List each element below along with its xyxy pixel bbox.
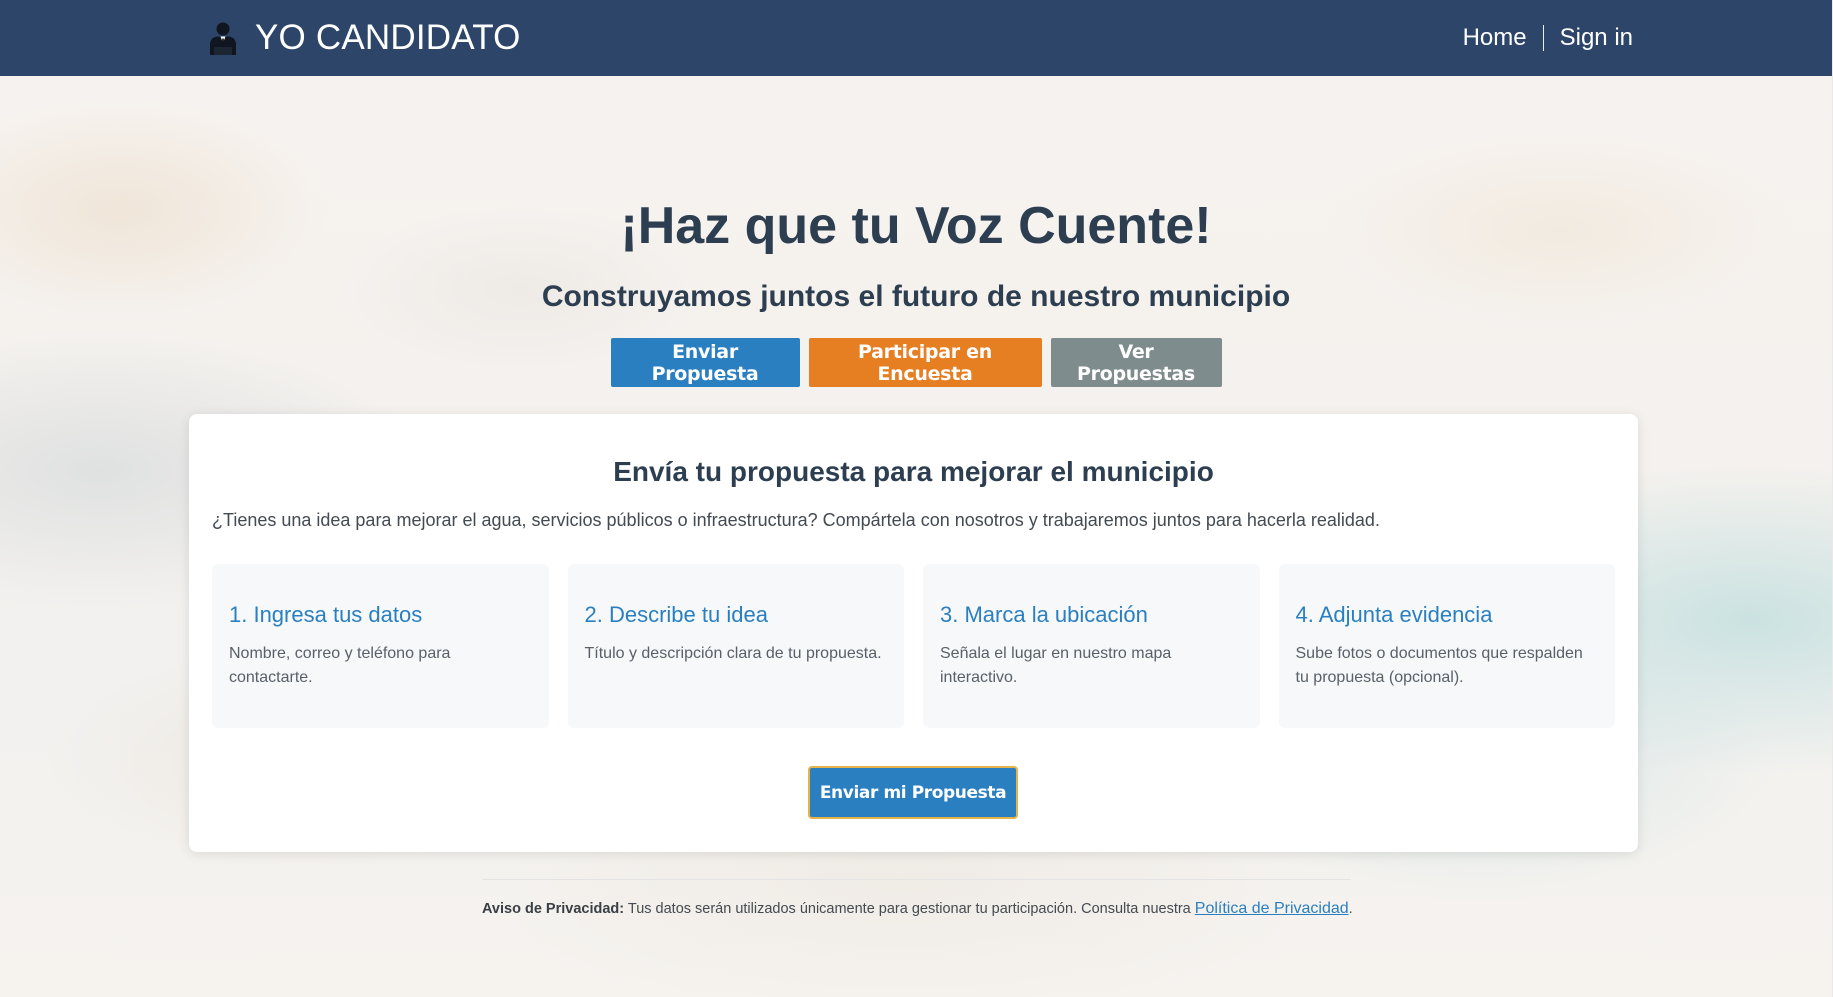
step-text: Sube fotos o documentos que respalden tu…	[1295, 645, 1583, 686]
card-title: Envía tu propuesta para mejorar el munic…	[613, 456, 1214, 487]
step-title: 2. Describe tu idea	[584, 602, 768, 627]
step-card: 3. Marca la ubicación Señala el lugar en…	[923, 564, 1260, 728]
page-viewport: YO CANDIDATO Home Sign in ¡Haz que tu Vo…	[0, 0, 1832, 997]
step-card: 2. Describe tu idea Título y descripción…	[567, 564, 904, 728]
step-text: Señala el lugar en nuestro mapa interact…	[940, 645, 1172, 686]
nav-divider	[1542, 25, 1544, 51]
privacy-label: Aviso de Privacidad:	[482, 901, 625, 917]
card-description: ¿Tienes una idea para mejorar el agua, s…	[212, 510, 1380, 530]
send-proposal-button[interactable]: Enviar Propuesta	[610, 338, 800, 387]
step-text: Título y descripción clara de tu propues…	[584, 645, 882, 662]
privacy-text: Tus datos serán utilizados únicamente pa…	[624, 901, 1195, 917]
nav-link-sign-in[interactable]: Sign in	[1544, 24, 1633, 52]
view-proposals-button[interactable]: Ver Propuestas	[1050, 338, 1222, 387]
privacy-end: .	[1348, 901, 1353, 917]
hero-button-group: Enviar Propuesta Participar en Encuesta …	[0, 338, 1832, 387]
hero-title: ¡Haz que tu Voz Cuente!	[620, 197, 1212, 255]
candidate-person-icon	[210, 22, 236, 55]
proposal-card: Envía tu propuesta para mejorar el munic…	[189, 414, 1638, 852]
brand-name: YO CANDIDATO	[255, 18, 521, 57]
privacy-notice: Aviso de Privacidad: Tus datos serán uti…	[482, 900, 1353, 918]
submit-my-proposal-button[interactable]: Enviar mi Propuesta	[808, 766, 1018, 819]
step-card: 4. Adjunta evidencia Sube fotos o docume…	[1278, 564, 1615, 728]
page-frame: YO CANDIDATO Home Sign in ¡Haz que tu Vo…	[0, 0, 1833, 997]
step-card: 1. Ingresa tus datos Nombre, correo y te…	[212, 564, 549, 728]
nav-link-home[interactable]: Home	[1447, 24, 1543, 52]
nav-links: Home Sign in	[1447, 20, 1633, 56]
step-text: Nombre, correo y teléfono para contactar…	[229, 645, 451, 686]
step-title: 4. Adjunta evidencia	[1295, 602, 1493, 627]
steps-grid: 1. Ingresa tus datos Nombre, correo y te…	[212, 564, 1615, 728]
hero-subtitle: Construyamos juntos el futuro de nuestro…	[541, 280, 1291, 313]
navbar: YO CANDIDATO Home Sign in	[0, 0, 1832, 76]
step-title: 1. Ingresa tus datos	[229, 602, 423, 627]
privacy-policy-link[interactable]: Política de Privacidad	[1195, 900, 1349, 917]
step-title: 3. Marca la ubicación	[940, 602, 1148, 627]
take-survey-button[interactable]: Participar en Encuesta	[808, 338, 1042, 387]
footer-divider	[482, 879, 1351, 880]
brand-link[interactable]: YO CANDIDATO	[207, 14, 521, 62]
